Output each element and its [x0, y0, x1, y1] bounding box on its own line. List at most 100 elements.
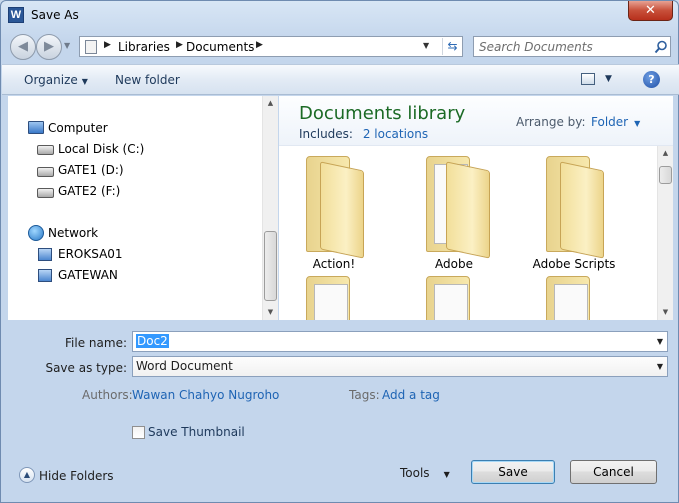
save-as-type-label: Save as type: [45, 361, 127, 375]
chevron-down-icon: ▼ [656, 362, 663, 371]
search-box[interactable] [473, 36, 671, 57]
chevron-down-icon: ▼ [443, 470, 450, 479]
folder-item[interactable] [524, 276, 624, 320]
nav-item-label: EROKSA01 [58, 247, 123, 261]
network-computer-icon [38, 248, 52, 261]
tools-label: Tools [400, 466, 430, 480]
cancel-button[interactable]: Cancel [570, 460, 657, 484]
tags-label: Tags: [349, 388, 380, 402]
back-arrow-icon: ◀ [18, 39, 28, 54]
forward-button[interactable]: ▶ [36, 34, 62, 60]
save-as-type-value: Word Document [136, 359, 233, 373]
save-thumbnail-checkbox[interactable] [132, 426, 145, 439]
nav-item-label: GATE2 (F:) [58, 184, 121, 198]
drive-icon [37, 188, 54, 198]
breadcrumb-separator-icon[interactable]: ▶ [176, 40, 183, 50]
refresh-icon[interactable]: ⇆ [442, 38, 462, 55]
nav-item-label: Network [48, 226, 99, 240]
folder-item[interactable]: Adobe [404, 156, 504, 274]
libraries-icon [85, 40, 97, 54]
scroll-thumb[interactable] [659, 166, 672, 184]
folder-label: Adobe [435, 257, 473, 271]
navigation-pane: Computer Local Disk (C:) GATE1 (D:) GATE… [8, 96, 278, 320]
chevron-down-icon: ▼ [81, 77, 88, 86]
folder-label: Action! [312, 257, 356, 271]
nav-item-label: GATEWAN [58, 268, 118, 282]
save-as-type-select[interactable]: Word Document ▼ [132, 356, 668, 377]
word-icon: W [8, 7, 24, 23]
close-button[interactable]: ✕ [628, 1, 673, 21]
chevron-down-icon: ▼ [634, 119, 641, 128]
command-toolbar: Organize ▼ New folder ▼ ? [2, 64, 679, 95]
file-name-selection: Doc2 [136, 334, 169, 348]
breadcrumb-separator-icon[interactable]: ▶ [256, 40, 263, 50]
nav-item-label: Local Disk (C:) [58, 142, 145, 156]
save-thumbnail-label[interactable]: Save Thumbnail [148, 425, 245, 439]
library-title: Documents library [299, 103, 466, 124]
save-as-dialog: W Save As ✕ ◀ ▶ ▼ ▶ Libraries ▶ Document… [0, 0, 679, 503]
view-options-dropdown[interactable]: ▼ [605, 74, 612, 84]
breadcrumb-documents[interactable]: Documents [186, 40, 254, 54]
hide-folders-button[interactable]: Hide Folders [39, 469, 114, 483]
title-bar[interactable]: W Save As ✕ [1, 1, 678, 31]
library-pane: Documents library Includes: 2 locations … [279, 96, 673, 320]
library-header: Documents library Includes: 2 locations … [279, 96, 673, 146]
folder-icon [426, 156, 490, 259]
organize-button[interactable]: Organize ▼ [24, 73, 88, 87]
library-includes: Includes: 2 locations [299, 127, 428, 141]
computer-icon [28, 121, 44, 134]
arrange-value: Folder [591, 115, 629, 129]
change-view-icon[interactable] [581, 73, 595, 85]
address-bar[interactable]: ▶ Libraries ▶ Documents ▶ ▼ ⇆ [79, 36, 463, 57]
nav-item-label: GATE1 (D:) [58, 163, 124, 177]
includes-label: Includes: [299, 127, 353, 141]
includes-locations-link[interactable]: 2 locations [363, 127, 428, 141]
authors-field[interactable]: Wawan Chahyo Nugroho [132, 388, 279, 402]
help-icon[interactable]: ? [643, 71, 660, 88]
authors-label: Authors: [82, 388, 133, 402]
file-name-value[interactable]: Doc2 [136, 334, 169, 348]
organize-label: Organize [24, 73, 78, 87]
address-dropdown-icon[interactable]: ▼ [423, 41, 429, 50]
library-scrollbar[interactable]: ▲ ▼ [657, 146, 673, 320]
folder-item[interactable]: Adobe Scripts [524, 156, 624, 274]
folder-item[interactable] [404, 276, 504, 320]
tools-button[interactable]: Tools ▼ [400, 466, 450, 480]
scroll-up-icon[interactable]: ▲ [658, 146, 673, 161]
nav-scrollbar[interactable]: ▲ ▼ [262, 96, 278, 320]
new-folder-button[interactable]: New folder [115, 73, 180, 87]
chevron-up-icon[interactable]: ▲ [19, 467, 35, 483]
recent-locations-dropdown[interactable]: ▼ [64, 41, 70, 50]
arrange-by-dropdown[interactable]: Folder ▼ [591, 115, 640, 129]
arrange-by-label: Arrange by: [516, 115, 586, 129]
window-title: Save As [31, 8, 79, 22]
folder-icon [306, 156, 366, 259]
local-disk-icon [37, 145, 54, 155]
network-computer-icon [38, 269, 52, 282]
search-input[interactable] [479, 39, 649, 54]
folder-icon [546, 276, 606, 320]
save-button[interactable]: Save [471, 460, 555, 484]
drive-icon [37, 167, 54, 177]
network-icon [28, 225, 44, 241]
folder-item[interactable]: Action! [284, 156, 384, 274]
folder-icon [426, 276, 486, 320]
folder-icon [546, 156, 606, 259]
back-button[interactable]: ◀ [10, 34, 36, 60]
search-icon[interactable] [654, 40, 668, 54]
scroll-down-icon[interactable]: ▼ [658, 305, 673, 320]
folder-label: Adobe Scripts [532, 257, 616, 271]
nav-item-label: Computer [48, 121, 108, 135]
folder-icon [306, 276, 366, 320]
scroll-up-icon[interactable]: ▲ [263, 96, 278, 111]
tags-field[interactable]: Add a tag [382, 388, 440, 402]
folder-item[interactable] [284, 276, 384, 320]
chevron-down-icon[interactable]: ▼ [657, 337, 663, 346]
forward-arrow-icon: ▶ [44, 39, 54, 54]
file-name-field[interactable]: Doc2 ▼ [132, 331, 668, 352]
scroll-down-icon[interactable]: ▼ [263, 305, 278, 320]
breadcrumb-libraries[interactable]: Libraries [118, 40, 170, 54]
scroll-thumb[interactable] [264, 231, 277, 301]
file-name-label: File name: [65, 336, 127, 350]
breadcrumb-separator-icon[interactable]: ▶ [104, 40, 111, 50]
